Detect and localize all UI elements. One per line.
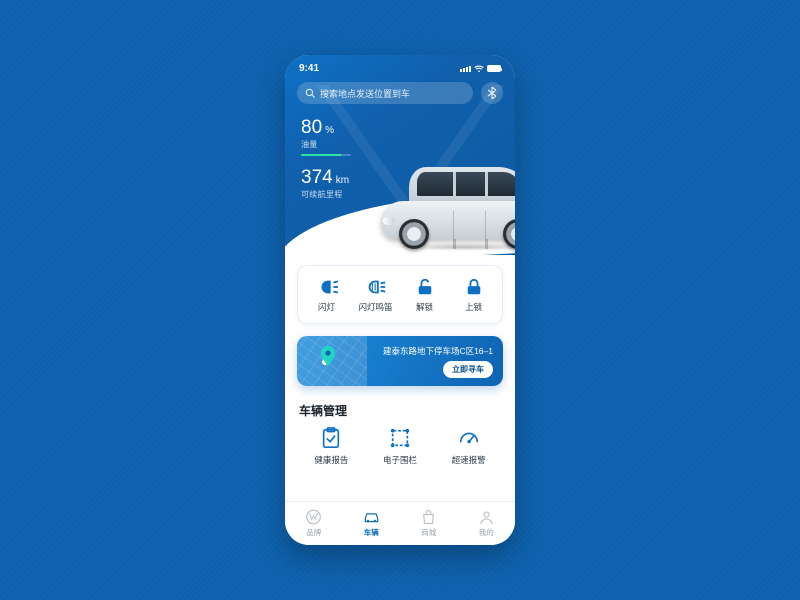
find-car-button[interactable]: 立即寻车 (443, 361, 493, 378)
bluetooth-button[interactable] (481, 82, 503, 104)
signal-icon (460, 66, 471, 72)
fuel-bar (301, 154, 351, 156)
mgmt-speed[interactable]: 超速报警 (439, 427, 499, 466)
nav-brand[interactable]: 品牌 (285, 502, 343, 545)
unlock-icon (414, 278, 436, 296)
headlight-horn-icon (365, 278, 387, 296)
location-address: 建泰东路地下停车场C区16–1 (383, 345, 493, 357)
user-icon (478, 509, 495, 525)
action-label: 闪灯 (318, 301, 335, 313)
nav-mall[interactable]: 商城 (400, 502, 458, 545)
hero: 9:41 搜索地点发送位置到车 80% 油量 374km (285, 55, 515, 255)
section-title-management: 车辆管理 (299, 402, 501, 419)
nav-label: 品牌 (306, 527, 321, 538)
mgmt-label: 电子围栏 (383, 454, 417, 466)
action-label: 解锁 (416, 301, 433, 313)
bag-icon (420, 509, 437, 525)
nav-label: 车辆 (364, 527, 379, 538)
pin-icon (319, 346, 337, 368)
action-label: 上锁 (465, 301, 482, 313)
headlight-icon (316, 278, 338, 296)
nav-label: 商城 (421, 527, 436, 538)
action-flash-horn[interactable]: 闪灯鸣笛 (352, 278, 400, 313)
nav-label: 我的 (479, 527, 494, 538)
action-lock[interactable]: 上锁 (450, 278, 498, 313)
mgmt-label: 健康报告 (314, 454, 348, 466)
action-flash[interactable]: 闪灯 (303, 278, 351, 313)
lock-icon (463, 278, 485, 296)
mgmt-geofence[interactable]: 电子围栏 (370, 427, 430, 466)
mgmt-label: 超速报警 (452, 454, 486, 466)
geofence-icon (388, 427, 412, 449)
fuel-value: 80 (301, 117, 322, 138)
nav-car[interactable]: 车辆 (343, 502, 401, 545)
search-icon (305, 88, 315, 98)
car-icon (363, 509, 380, 525)
action-unlock[interactable]: 解锁 (401, 278, 449, 313)
brand-icon (305, 509, 322, 525)
bluetooth-icon (488, 87, 496, 99)
search-input[interactable]: 搜索地点发送位置到车 (297, 82, 473, 104)
search-placeholder: 搜索地点发送位置到车 (320, 87, 410, 100)
fuel-unit: % (325, 125, 334, 136)
action-label: 闪灯鸣笛 (358, 301, 392, 313)
range-unit: km (336, 175, 349, 186)
location-card[interactable]: 建泰东路地下停车场C区16–1 立即寻车 (297, 336, 503, 386)
car-image (381, 167, 515, 249)
clipboard-check-icon (319, 427, 343, 449)
status-indicators (460, 65, 501, 73)
nav-me[interactable]: 我的 (458, 502, 516, 545)
management-grid: 健康报告 电子围栏 超速报警 (297, 427, 503, 466)
quick-actions: 闪灯 闪灯鸣笛 解锁 上锁 (297, 265, 503, 324)
status-bar: 9:41 (285, 55, 515, 74)
range-value: 374 (301, 167, 333, 188)
phone-frame: 9:41 搜索地点发送位置到车 80% 油量 374km (285, 55, 515, 545)
wifi-icon (474, 65, 484, 73)
mgmt-health[interactable]: 健康报告 (301, 427, 361, 466)
bottom-nav: 品牌 车辆 商城 我的 (285, 501, 515, 545)
battery-icon (487, 65, 501, 72)
fuel-stat: 80% 油量 (301, 118, 499, 156)
status-time: 9:41 (299, 63, 319, 74)
fuel-label: 油量 (301, 139, 499, 150)
gauge-icon (457, 427, 481, 449)
